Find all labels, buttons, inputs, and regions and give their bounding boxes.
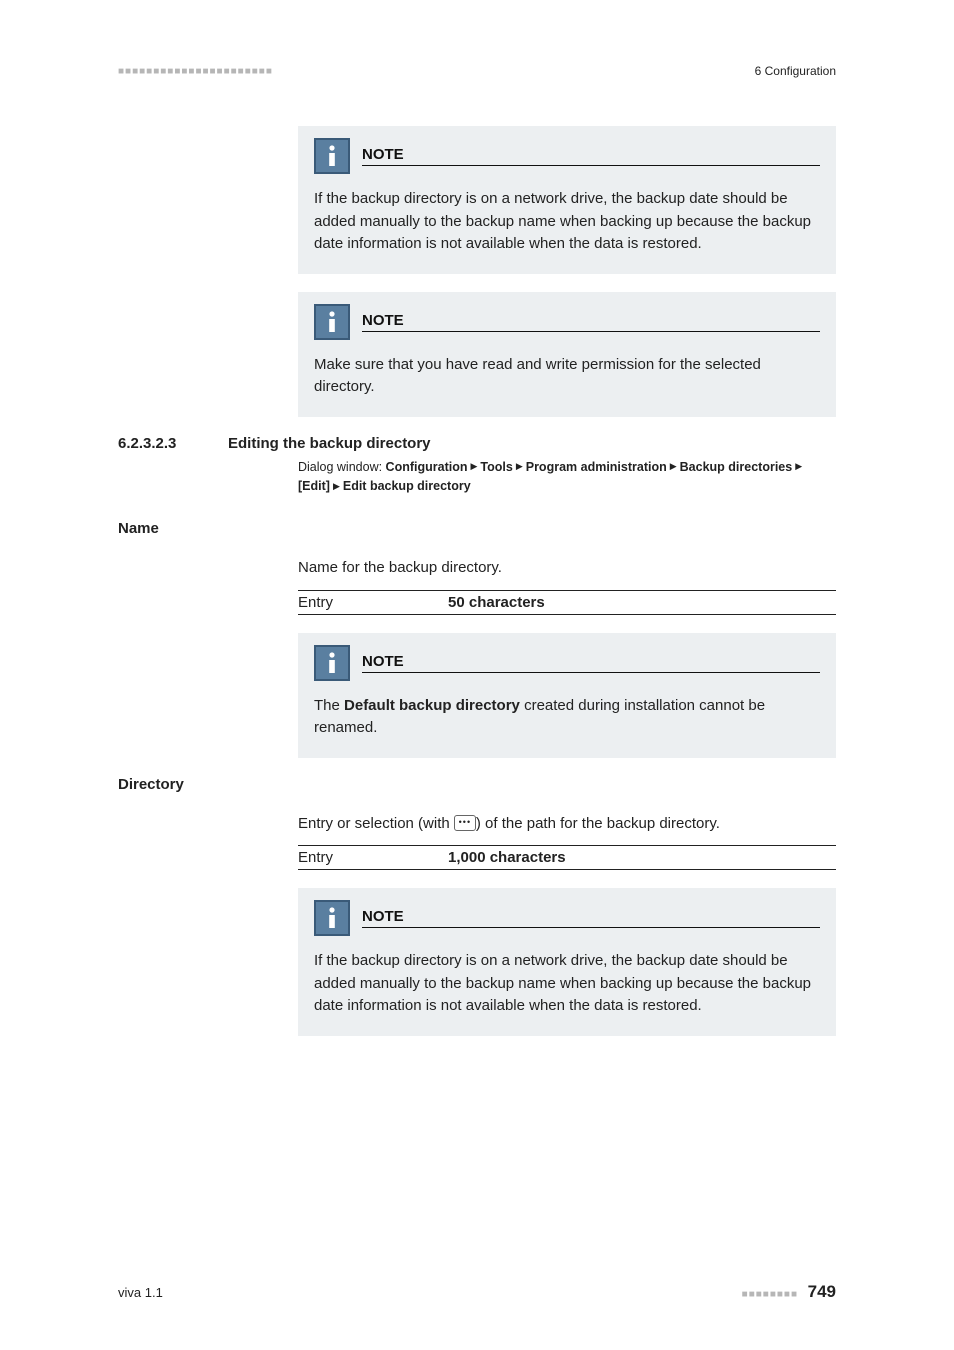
field-name-label: Name [118,520,836,537]
note-title: NOTE [362,312,820,332]
note-text: The [314,697,344,714]
breadcrumb-item: Configuration [386,460,468,474]
entry-label: Entry [298,849,448,866]
footer-ornament: ■■■■■■■■ [742,1289,798,1300]
note-body: If the backup directory is on a network … [314,188,820,256]
section-heading: 6.2.3.2.3 Editing the backup directory [118,435,836,452]
entry-label: Entry [298,594,448,611]
breadcrumb-item: Tools [480,460,512,474]
info-icon [314,304,350,340]
chevron-right-icon: ▶ [795,460,802,474]
header-ornament: ■■■■■■■■■■■■■■■■■■■■■■ [118,66,273,77]
section-number: 6.2.3.2.3 [118,435,228,452]
note-title: NOTE [362,653,820,673]
desc-text: Entry or selection (with [298,815,454,832]
note-title: NOTE [362,146,820,166]
note-text-bold: Default backup directory [344,697,520,714]
chevron-right-icon: ▶ [670,460,677,474]
footer-right: ■■■■■■■■ 749 [742,1282,836,1302]
desc-text: ) of the path for the backup directory. [476,815,720,832]
note-block-3: NOTE The Default backup directory create… [298,633,836,758]
chevron-right-icon: ▶ [470,460,477,474]
note-block-1: NOTE If the backup directory is on a net… [298,126,836,274]
name-entry-row: Entry 50 characters [298,590,836,615]
note-block-2: NOTE Make sure that you have read and wr… [298,292,836,417]
note-block-4: NOTE If the backup directory is on a net… [298,888,836,1036]
page-container: ■■■■■■■■■■■■■■■■■■■■■■ 6 Configuration N… [0,0,954,1350]
name-description: Name for the backup directory. [298,557,836,580]
section-title: Editing the backup directory [228,435,431,452]
info-icon [314,645,350,681]
ellipsis-icon: ••• [454,815,476,831]
chevron-right-icon: ▶ [333,480,340,494]
breadcrumb: Dialog window: Configuration▶Tools▶Progr… [298,458,836,497]
breadcrumb-item: Program administration [526,460,667,474]
info-icon [314,138,350,174]
note-body: If the backup directory is on a network … [314,950,820,1018]
note-body: Make sure that you have read and write p… [314,354,820,399]
directory-description: Entry or selection (with •••) of the pat… [298,813,836,836]
breadcrumb-item: Edit backup directory [343,479,471,493]
footer-version: viva 1.1 [118,1285,163,1300]
breadcrumb-item: [Edit] [298,479,330,493]
field-directory-label: Directory [118,776,836,793]
entry-value: 50 characters [448,594,545,611]
info-icon [314,900,350,936]
breadcrumb-lead: Dialog window: [298,460,386,474]
note-title: NOTE [362,908,820,928]
chevron-right-icon: ▶ [516,460,523,474]
page-number: 749 [808,1282,836,1301]
breadcrumb-item: Backup directories [680,460,793,474]
header-chapter: 6 Configuration [755,64,836,78]
page-footer: viva 1.1 ■■■■■■■■ 749 [118,1282,836,1302]
note-body: The Default backup directory created dur… [314,695,820,740]
page-header: ■■■■■■■■■■■■■■■■■■■■■■ 6 Configuration [118,64,836,78]
directory-entry-row: Entry 1,000 characters [298,845,836,870]
entry-value: 1,000 characters [448,849,566,866]
